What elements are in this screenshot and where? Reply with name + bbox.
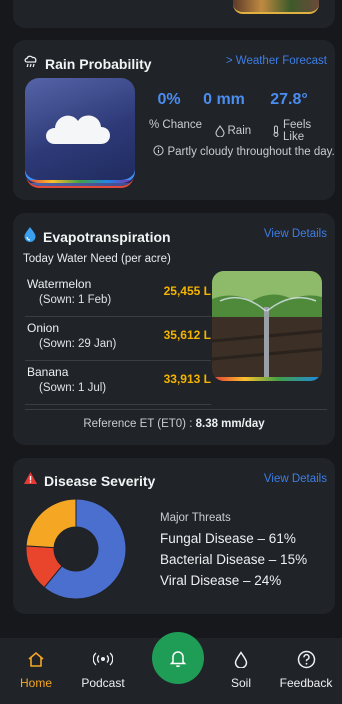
nav-feedback[interactable]: Feedback [272, 648, 340, 690]
rain-value: 0 mm [203, 91, 245, 108]
chance-label: % Chance [149, 119, 203, 131]
crop-sown-date: (Sown: 1 Jul) [39, 382, 107, 394]
nav-podcast-label: Podcast [81, 676, 125, 690]
disease-card-header: Disease Severity [23, 471, 155, 490]
nav-feedback-label: Feedback [279, 676, 333, 690]
disease-view-details-link[interactable]: View Details [264, 473, 327, 485]
notifications-button[interactable] [152, 632, 204, 684]
podcast-icon [69, 648, 137, 670]
crop-name: Banana [27, 365, 69, 379]
feels-like-value: 27.8° [270, 91, 308, 108]
rain-label: Rain [227, 125, 252, 137]
bottom-navigation: Home Podcast Soil Feedback [0, 632, 342, 704]
cloud-icon [46, 115, 110, 144]
crop-water-need: 25,455 L [163, 284, 211, 298]
bell-icon [169, 651, 187, 668]
et-card-header: Evapotranspiration [23, 226, 171, 247]
nav-soil[interactable]: Soil [207, 648, 275, 690]
et-subtitle: Today Water Need (per acre) [23, 253, 171, 265]
thermometer-icon [273, 125, 279, 137]
nav-home[interactable]: Home [2, 648, 70, 690]
threat-item: Bacterial Disease – 15% [160, 552, 308, 567]
crop-row: Banana (Sown: 1 Jul) 33,913 L [25, 361, 211, 405]
crop-name: Onion [27, 321, 60, 335]
water-drop-icon [23, 226, 37, 247]
nav-home-label: Home [19, 676, 52, 690]
weather-illustration [25, 78, 135, 186]
sprinkler-photo [212, 271, 322, 381]
major-threats-title: Major Threats [160, 512, 231, 524]
et-card-title: Evapotranspiration [43, 228, 171, 245]
threat-item: Viral Disease – 24% [160, 573, 282, 588]
previous-card-image [233, 0, 319, 14]
chance-value: 0% [157, 91, 181, 108]
rain-cloud-icon [23, 53, 39, 74]
nav-podcast[interactable]: Podcast [69, 648, 137, 690]
rain-description: Partly cloudy throughout the day. [149, 144, 339, 161]
rain-card-title: Rain Probability [45, 55, 152, 72]
crop-sown-date: (Sown: 1 Feb) [39, 294, 112, 306]
rain-probability-card: Rain Probability > Weather Forecast 0% 0… [13, 40, 335, 200]
water-drop-icon [214, 125, 225, 137]
et-divider [25, 409, 327, 410]
crop-water-need: 33,913 L [163, 372, 211, 386]
rain-card-header: Rain Probability [23, 53, 152, 74]
disease-severity-card: Disease Severity View Details Major Thre… [13, 458, 335, 614]
weather-stats: 0% 0 mm 27.8° [149, 91, 319, 109]
previous-card [13, 0, 335, 28]
disease-card-title: Disease Severity [44, 472, 156, 489]
info-icon [153, 145, 164, 156]
crop-name: Watermelon [27, 277, 92, 291]
disease-donut-chart [25, 498, 127, 600]
crop-water-need: 35,612 L [163, 328, 211, 342]
donut-slice-viral-disease [25, 498, 77, 549]
crop-row: Watermelon (Sown: 1 Feb) 25,455 L [25, 273, 211, 317]
weather-forecast-link[interactable]: > Weather Forecast [226, 55, 327, 67]
reference-et: Reference ET (ET0) : 8.38 mm/day [83, 418, 265, 430]
help-circle-icon [272, 648, 340, 670]
evapotranspiration-card: Evapotranspiration View Details Today Wa… [13, 213, 335, 445]
warning-icon [23, 471, 38, 490]
crop-sown-date: (Sown: 29 Jan) [39, 338, 117, 350]
feels-like-label: Feels Like [283, 119, 312, 143]
soil-drop-icon [207, 648, 275, 670]
et-view-details-link[interactable]: View Details [264, 228, 327, 240]
crop-row: Onion (Sown: 29 Jan) 35,612 L [25, 317, 211, 361]
nav-soil-label: Soil [230, 676, 251, 690]
weather-stat-labels: % Chance Rain Feels Like [149, 119, 335, 143]
threat-item: Fungal Disease – 61% [160, 531, 296, 546]
home-icon [2, 648, 70, 670]
